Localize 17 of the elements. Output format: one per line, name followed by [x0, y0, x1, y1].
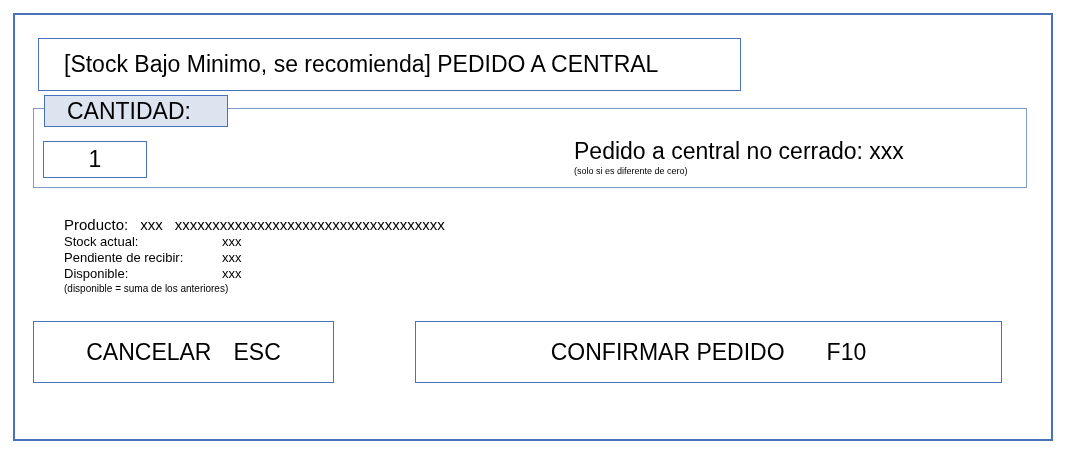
confirm-button[interactable]: CONFIRMAR PEDIDO F10	[415, 321, 1002, 383]
quantity-label: CANTIDAD:	[44, 95, 228, 127]
quantity-input[interactable]: 1	[43, 141, 147, 178]
product-label: Producto:	[64, 216, 129, 233]
dialog-title: [Stock Bajo Minimo, se recomienda] PEDIDO A CENTRAL	[38, 38, 741, 91]
detail-label: Stock actual:	[64, 234, 140, 250]
detail-note: (disponible = suma de los anteriores)	[64, 282, 230, 296]
detail-label: Disponible:	[64, 266, 130, 282]
cancel-button[interactable]: CANCELAR ESC	[33, 321, 334, 383]
detail-label: Pendiente de recibir:	[64, 250, 185, 266]
detail-value: xxx	[222, 234, 242, 250]
detail-value: xxx	[222, 250, 242, 266]
pending-order-note: (solo si es diferente de cero)	[574, 166, 689, 176]
detail-value: xxx	[222, 266, 242, 282]
product-code: xxx	[140, 216, 163, 233]
product-name: xxxxxxxxxxxxxxxxxxxxxxxxxxxxxxxxxxxx	[174, 216, 445, 233]
pending-order-text: Pedido a central no cerrado: xxx	[574, 138, 904, 165]
